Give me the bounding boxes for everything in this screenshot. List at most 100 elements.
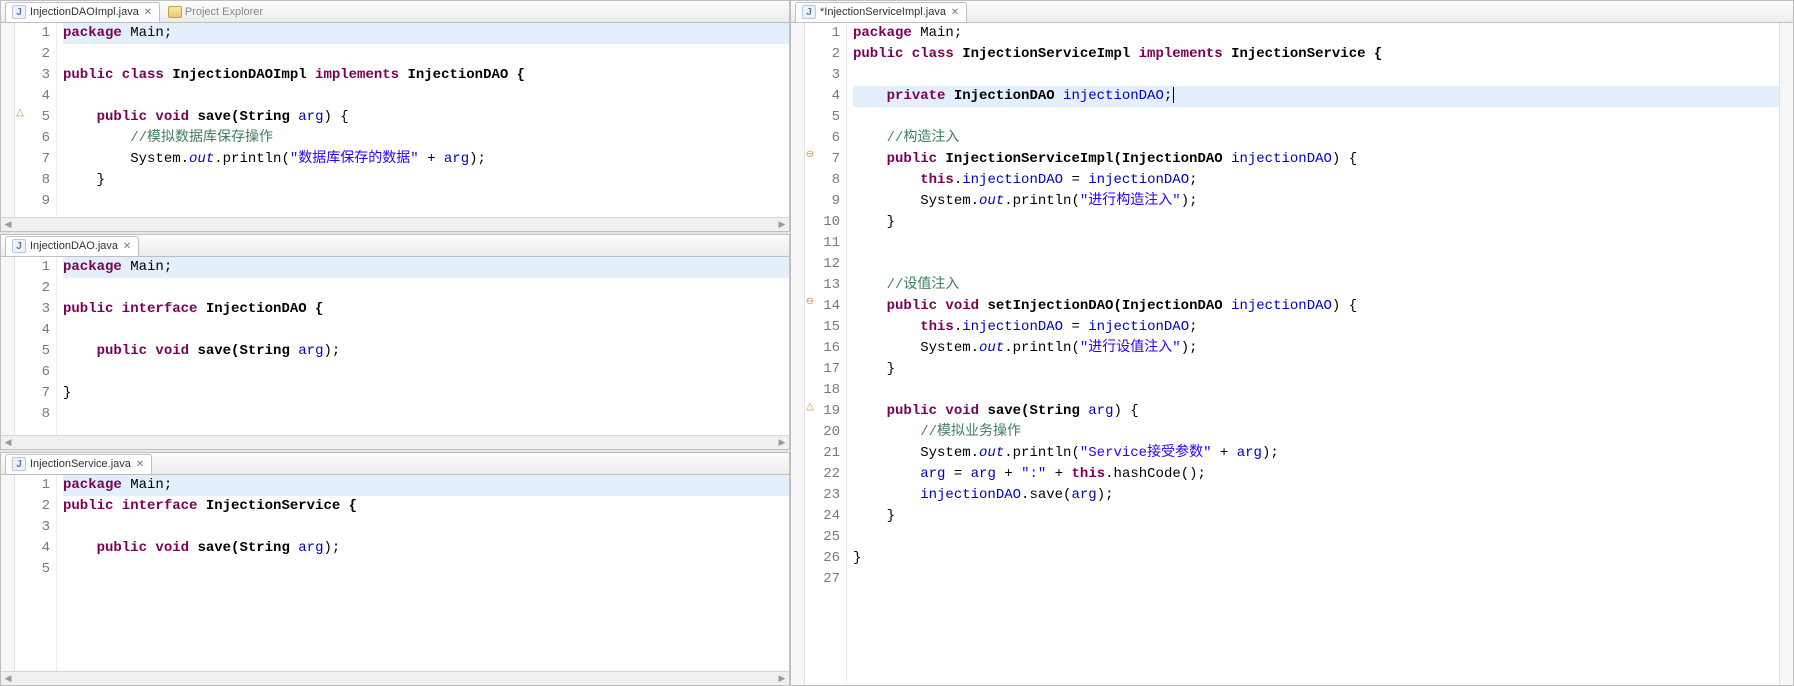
code-line[interactable]: public interface InjectionDAO { [63, 299, 789, 320]
code-line[interactable]: injectionDAO.save(arg); [853, 485, 1779, 506]
code-line[interactable]: } [63, 170, 789, 191]
code-text[interactable]: package Main;public interface InjectionS… [57, 475, 789, 671]
line-number: 22 [815, 464, 840, 485]
marker [805, 422, 815, 443]
code-line[interactable]: package Main; [63, 257, 789, 278]
line-number: 9 [815, 191, 840, 212]
code-area[interactable]: 12345678 package Main;public interface I… [1, 257, 789, 435]
marker [805, 23, 815, 44]
code-line[interactable]: public void setInjectionDAO(InjectionDAO… [853, 296, 1779, 317]
code-line[interactable]: public interface InjectionService { [63, 496, 789, 517]
code-text[interactable]: package Main; public interface InjectionD… [57, 257, 789, 435]
code-line[interactable]: //构造注入 [853, 128, 1779, 149]
scroll-right-icon[interactable]: ▶ [775, 673, 789, 684]
scroll-left-icon[interactable]: ◀ [1, 219, 15, 230]
close-icon[interactable]: ✕ [122, 241, 132, 251]
code-line[interactable] [63, 191, 789, 212]
code-line[interactable]: public void save(String arg); [63, 538, 789, 559]
line-number: 7 [815, 149, 840, 170]
marker-column: ⊖⊖△ [805, 23, 815, 685]
code-line[interactable] [63, 278, 789, 299]
line-number: 25 [815, 527, 840, 548]
line-number: 15 [815, 317, 840, 338]
code-line[interactable] [63, 362, 789, 383]
code-line[interactable] [853, 380, 1779, 401]
scroll-right-icon[interactable]: ▶ [775, 219, 789, 230]
scroll-right-icon[interactable]: ▶ [775, 437, 789, 448]
code-line[interactable]: public void save(String arg) { [853, 401, 1779, 422]
h-scrollbar[interactable]: ◀ ▶ [1, 217, 789, 231]
code-line[interactable]: package Main; [63, 23, 789, 44]
code-line[interactable]: public class InjectionDAOImpl implements… [63, 65, 789, 86]
tab-injectiondaoimpl[interactable]: J InjectionDAOImpl.java ✕ [5, 2, 160, 22]
code-area[interactable]: △ 123456789 package Main;public class In… [1, 23, 789, 217]
code-line[interactable]: //设值注入 [853, 275, 1779, 296]
code-line[interactable]: this.injectionDAO = injectionDAO; [853, 170, 1779, 191]
tab-label: Project Explorer [185, 6, 263, 18]
code-line[interactable] [63, 86, 789, 107]
close-icon[interactable]: ✕ [950, 7, 960, 17]
tab-injectionservice[interactable]: J InjectionService.java ✕ [5, 454, 152, 474]
code-line[interactable] [853, 254, 1779, 275]
code-line[interactable]: } [63, 383, 789, 404]
code-line[interactable]: System.out.println("数据库保存的数据" + arg); [63, 149, 789, 170]
code-line[interactable]: } [853, 212, 1779, 233]
code-line[interactable]: System.out.println("进行构造注入"); [853, 191, 1779, 212]
code-line[interactable]: System.out.println("进行设值注入"); [853, 338, 1779, 359]
code-line[interactable] [63, 517, 789, 538]
line-number: 8 [815, 170, 840, 191]
code-text[interactable]: package Main;public class InjectionServi… [847, 23, 1779, 685]
marker [805, 485, 815, 506]
code-line[interactable]: private InjectionDAO injectionDAO; [853, 86, 1779, 107]
code-line[interactable]: public class InjectionServiceImpl implem… [853, 44, 1779, 65]
code-line[interactable] [63, 404, 789, 425]
code-line[interactable]: System.out.println("Service接受参数" + arg); [853, 443, 1779, 464]
code-line[interactable]: } [853, 506, 1779, 527]
code-area[interactable]: ⊖⊖△ 123456789101112131415161718192021222… [791, 23, 1793, 685]
code-line[interactable] [63, 320, 789, 341]
gutter: 1234567891011121314151617181920212223242… [815, 23, 847, 685]
code-text[interactable]: package Main; public class InjectionDAOIm… [57, 23, 789, 217]
code-line[interactable] [853, 569, 1779, 590]
code-line[interactable] [853, 233, 1779, 254]
code-line[interactable] [853, 65, 1779, 86]
marker: ⊖ [805, 149, 815, 170]
code-line[interactable]: arg = arg + ":" + this.hashCode(); [853, 464, 1779, 485]
marker [805, 443, 815, 464]
java-file-icon: J [12, 239, 26, 253]
tab-project-explorer[interactable]: Project Explorer [162, 2, 269, 22]
marker [805, 128, 815, 149]
marker [805, 380, 815, 401]
code-line[interactable]: package Main; [853, 23, 1779, 44]
h-scrollbar[interactable]: ◀ ▶ [1, 671, 789, 685]
line-number: 23 [815, 485, 840, 506]
line-number: 16 [815, 338, 840, 359]
line-number: 6 [25, 128, 50, 149]
code-line[interactable]: //模拟业务操作 [853, 422, 1779, 443]
scroll-left-icon[interactable]: ◀ [1, 673, 15, 684]
code-line[interactable] [853, 107, 1779, 128]
code-line[interactable]: //模拟数据库保存操作 [63, 128, 789, 149]
marker [805, 107, 815, 128]
code-line[interactable]: public void save(String arg); [63, 341, 789, 362]
code-line[interactable]: package Main; [63, 475, 789, 496]
line-number: 10 [815, 212, 840, 233]
code-line[interactable]: this.injectionDAO = injectionDAO; [853, 317, 1779, 338]
tab-injectiondao[interactable]: J InjectionDAO.java ✕ [5, 236, 139, 256]
code-line[interactable]: public InjectionServiceImpl(InjectionDAO… [853, 149, 1779, 170]
h-scrollbar[interactable]: ◀ ▶ [1, 435, 789, 449]
code-line[interactable] [63, 559, 789, 580]
code-line[interactable]: } [853, 359, 1779, 380]
code-line[interactable] [853, 527, 1779, 548]
tab-injectionserviceimpl[interactable]: J *InjectionServiceImpl.java ✕ [795, 2, 967, 22]
marker [805, 191, 815, 212]
marker [15, 517, 25, 538]
code-line[interactable]: } [853, 548, 1779, 569]
close-icon[interactable]: ✕ [135, 459, 145, 469]
code-line[interactable]: public void save(String arg) { [63, 107, 789, 128]
scroll-left-icon[interactable]: ◀ [1, 437, 15, 448]
code-area[interactable]: 12345 package Main;public interface Inje… [1, 475, 789, 671]
close-icon[interactable]: ✕ [143, 7, 153, 17]
overview-ruler[interactable] [1779, 23, 1793, 685]
code-line[interactable] [63, 44, 789, 65]
